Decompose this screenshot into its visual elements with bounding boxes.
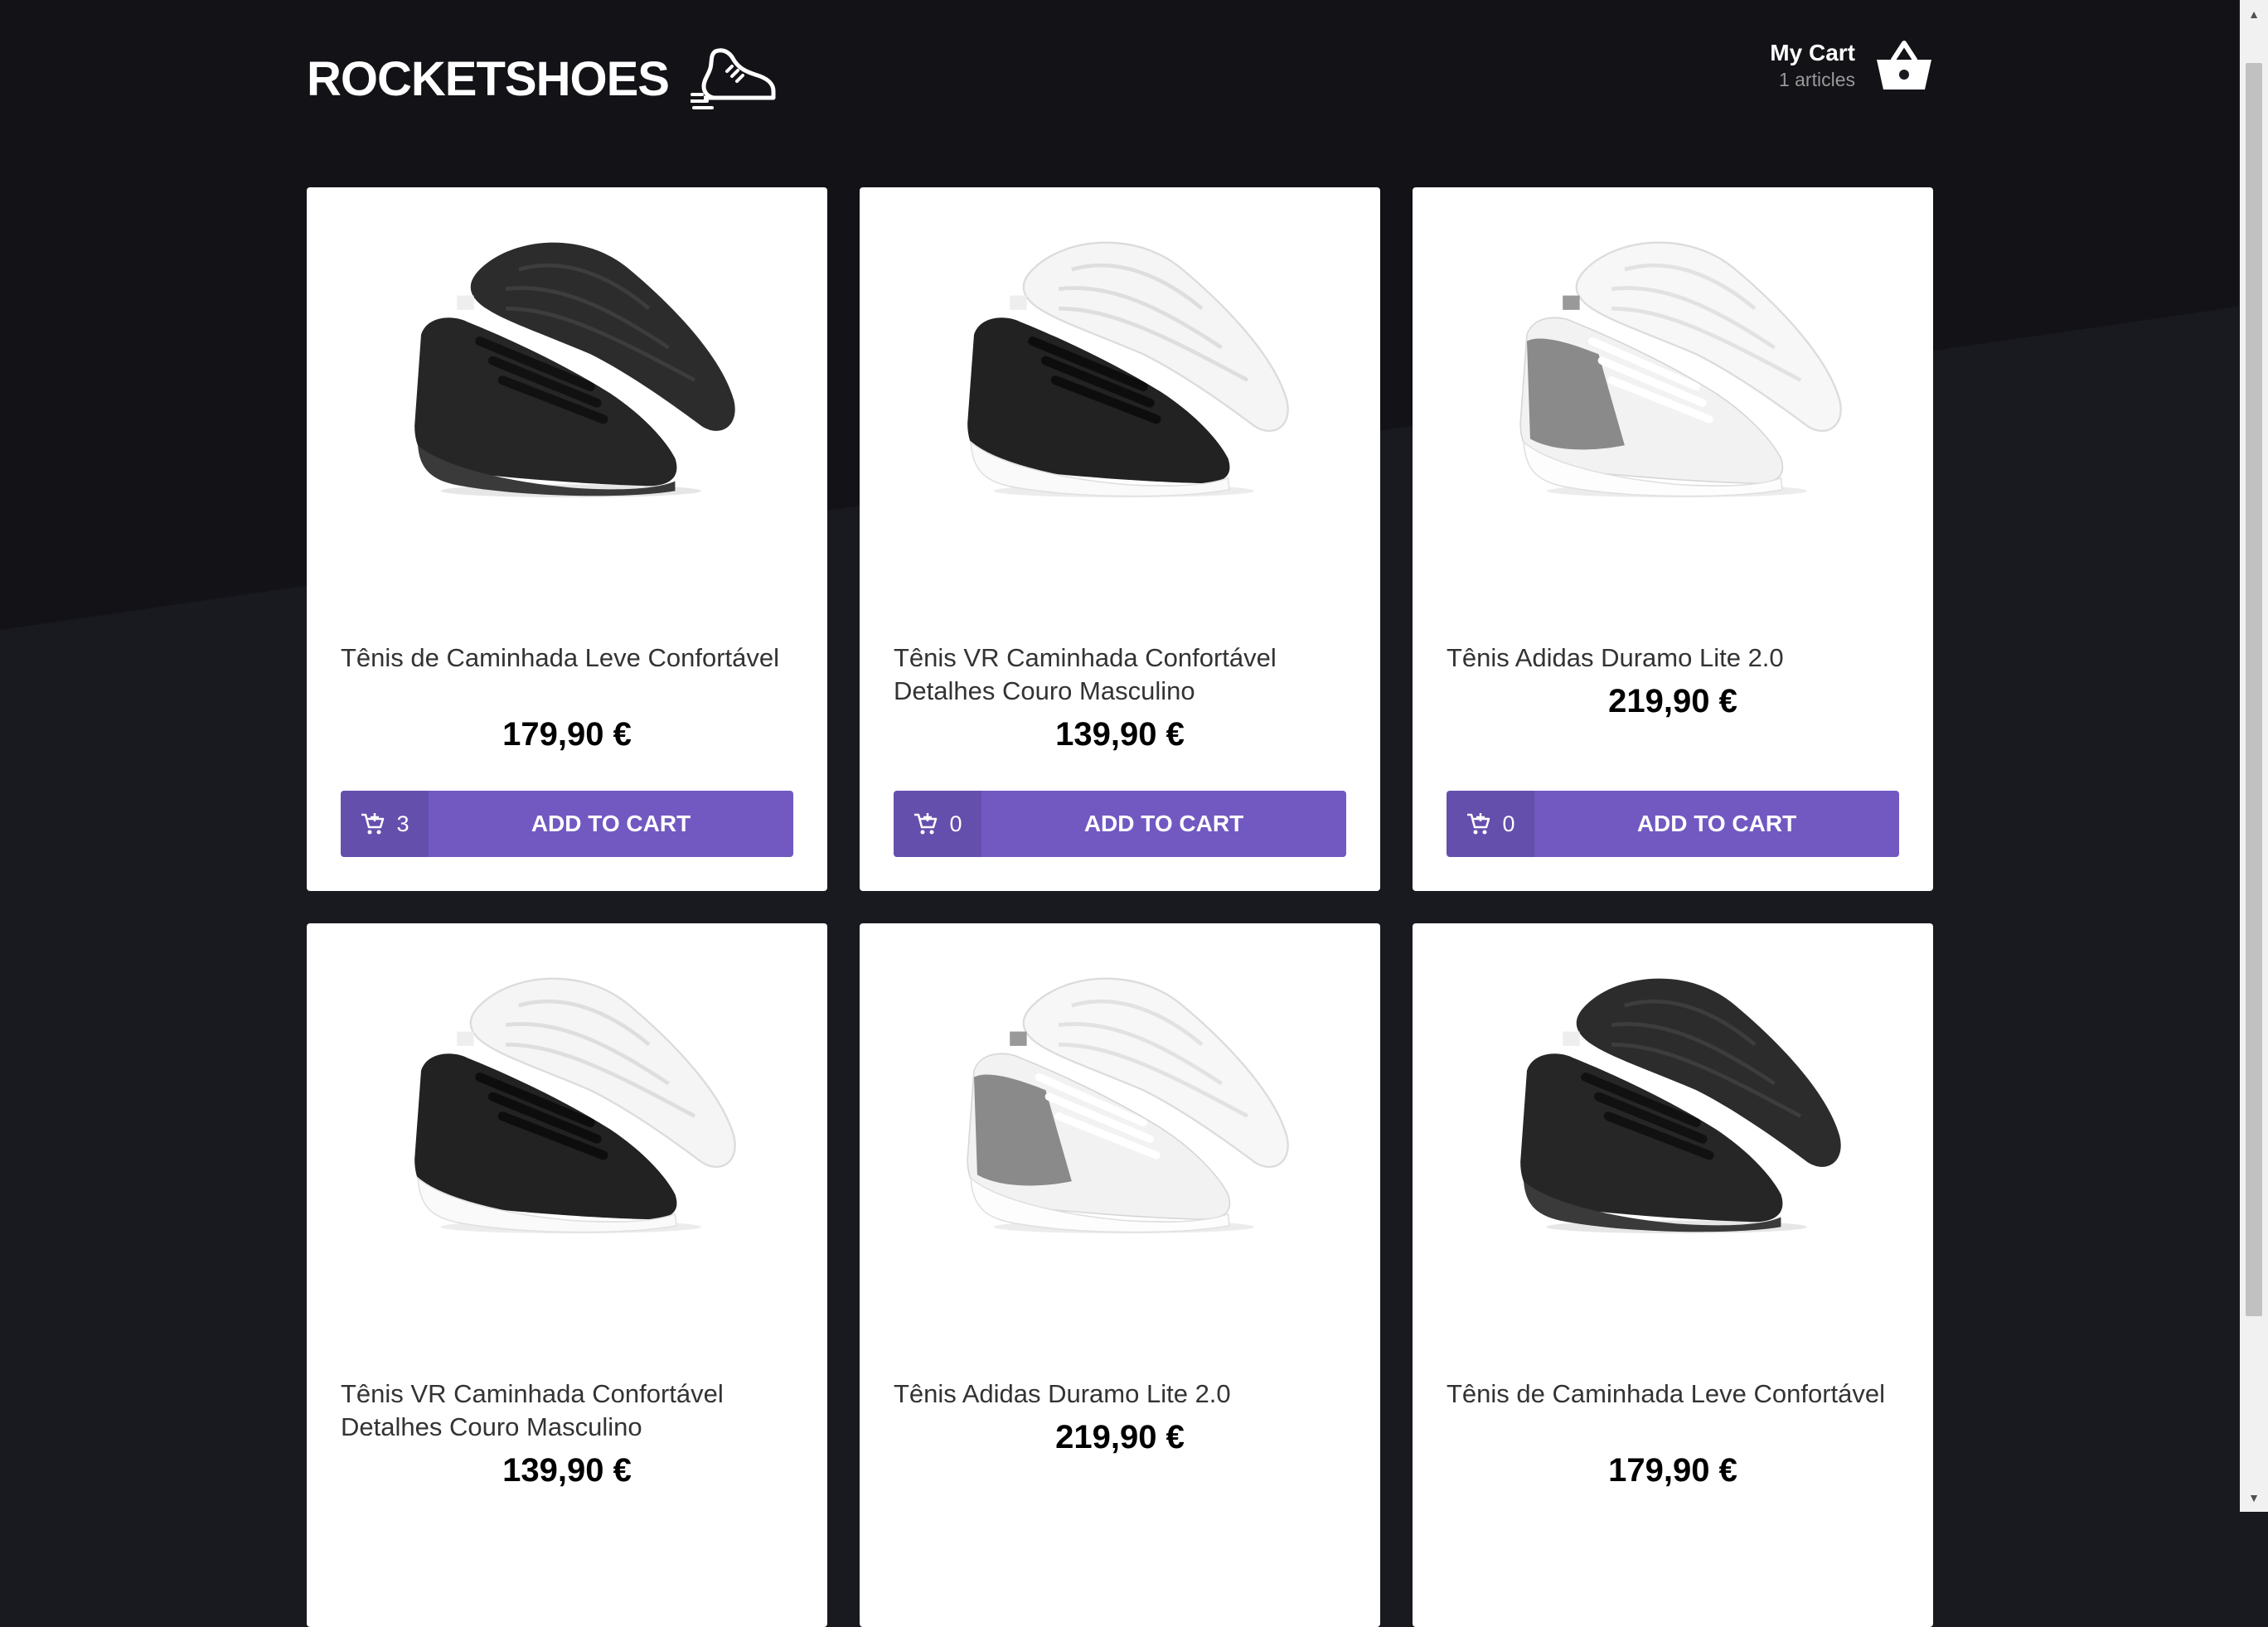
site-header: ROCKETSHOES My Cart 1 articles (307, 33, 1933, 124)
cart-link[interactable]: My Cart 1 articles (1770, 38, 1933, 93)
product-image (348, 230, 786, 504)
add-to-cart-button[interactable]: 0 ADD TO CART (894, 791, 1346, 857)
product-image (1454, 230, 1892, 504)
product-price: 219,90 € (1608, 683, 1737, 719)
running-shoe-icon (690, 48, 776, 109)
cart-count: 1 articles (1778, 69, 1855, 90)
product-card: Tênis de Caminhada Leve Confortável 179,… (1413, 923, 1933, 1627)
add-to-cart-label: ADD TO CART (1636, 811, 1797, 836)
product-card: Tênis VR Caminhada Confortável Detalhes … (860, 187, 1380, 891)
product-card: Tênis VR Caminhada Confortável Detalhes … (307, 923, 827, 1627)
home-logo-link[interactable]: ROCKETSHOES (307, 33, 777, 124)
cart-amount: 0 (1447, 791, 1534, 857)
cart-amount: 0 (894, 791, 981, 857)
brand-name: ROCKETSHOES (307, 51, 670, 106)
product-image (1454, 966, 1892, 1240)
product-price: 139,90 € (502, 1452, 632, 1489)
scrollbar-thumb[interactable] (2246, 63, 2262, 1316)
add-shopping-cart-icon (914, 813, 938, 835)
scroll-down-arrow-icon[interactable]: ▼ (2240, 1484, 2268, 1512)
cart-amount-value: 3 (396, 811, 410, 836)
product-price: 219,90 € (1055, 1419, 1185, 1455)
product-title: Tênis VR Caminhada Confortável Detalhes … (894, 643, 1277, 705)
page: ROCKETSHOES My Cart 1 articles Tênis de … (0, 0, 2268, 1627)
cart-amount-value: 0 (1502, 811, 1515, 836)
product-image (901, 230, 1339, 504)
product-card: Tênis Adidas Duramo Lite 2.0 219,90 € 0 … (1413, 187, 1933, 891)
add-to-cart-button[interactable]: 3 ADD TO CART (341, 791, 793, 857)
product-image (348, 966, 786, 1240)
product-card: Tênis de Caminhada Leve Confortável 179,… (307, 187, 827, 891)
product-image (901, 966, 1339, 1240)
add-shopping-cart-icon (361, 813, 385, 835)
basket-icon (1877, 41, 1931, 90)
scroll-up-arrow-icon[interactable]: ▲ (2240, 0, 2268, 28)
add-shopping-cart-icon (1467, 813, 1490, 835)
product-card: Tênis Adidas Duramo Lite 2.0 219,90 € (860, 923, 1380, 1627)
product-title: Tênis de Caminhada Leve Confortável (341, 643, 780, 672)
cart-text: My Cart 1 articles (1770, 39, 1855, 92)
product-title: Tênis Adidas Duramo Lite 2.0 (1447, 643, 1784, 672)
add-to-cart-label: ADD TO CART (1083, 811, 1244, 836)
add-to-cart-label: ADD TO CART (531, 811, 691, 836)
add-to-cart-button[interactable]: 0 ADD TO CART (1447, 791, 1899, 857)
cart-amount-value: 0 (949, 811, 962, 836)
page-scrollbar[interactable]: ▲ ▼ (2240, 0, 2268, 1512)
product-price: 179,90 € (502, 716, 632, 753)
product-price: 139,90 € (1055, 716, 1185, 753)
product-price: 179,90 € (1608, 1452, 1737, 1489)
cart-amount: 3 (341, 791, 429, 857)
product-title: Tênis VR Caminhada Confortável Detalhes … (341, 1379, 724, 1441)
cart-title: My Cart (1770, 40, 1855, 65)
product-title: Tênis Adidas Duramo Lite 2.0 (894, 1379, 1231, 1408)
product-title: Tênis de Caminhada Leve Confortável (1447, 1379, 1886, 1408)
